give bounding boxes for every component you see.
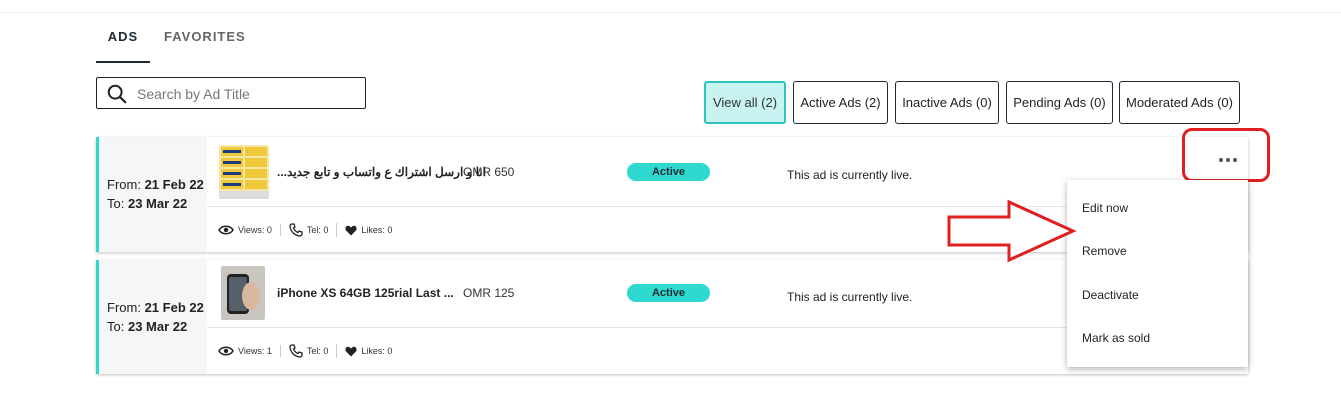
- ad-thumbnail[interactable]: [219, 145, 269, 199]
- filter-view-all-button[interactable]: View all (2): [704, 81, 786, 124]
- eye-icon: [218, 225, 234, 235]
- search-icon: [107, 84, 127, 104]
- ad-from-date: From: 21 Feb 22: [107, 300, 204, 315]
- status-badge: Active: [627, 163, 710, 181]
- menu-item-mark-as-sold[interactable]: Mark as sold: [1082, 331, 1150, 345]
- views-stat: Views: 1: [218, 345, 281, 357]
- filter-inactive-ads-button[interactable]: Inactive Ads (0): [895, 81, 999, 124]
- ad-date-column: From: 21 Feb 22 To: 23 Mar 22: [99, 137, 207, 252]
- filter-moderated-ads-button[interactable]: Moderated Ads (0): [1119, 81, 1240, 124]
- tel-stat: Tel: 0: [289, 344, 338, 358]
- tel-stat: Tel: 0: [289, 223, 338, 237]
- ad-options-menu: Edit now Remove Deactivate Mark as sold: [1067, 180, 1248, 367]
- tab-favorites[interactable]: FAVORITES: [164, 22, 246, 63]
- ad-status-text: This ad is currently live.: [787, 290, 913, 304]
- phone-icon: [289, 223, 303, 237]
- ad-price: OMR 125: [463, 286, 515, 300]
- top-divider: [0, 0, 1341, 13]
- annotation-arrow-icon: [947, 199, 1077, 263]
- ad-title[interactable]: iPhone XS 64GB 125rial Last ...: [277, 286, 454, 300]
- views-count: Views: 1: [238, 346, 272, 356]
- likes-stat: Likes: 0: [345, 225, 400, 236]
- ad-status-text: This ad is currently live.: [787, 168, 913, 182]
- heart-icon: [345, 225, 357, 235]
- tel-count: Tel: 0: [306, 346, 329, 356]
- ad-to-date: To: 23 Mar 22: [107, 319, 188, 334]
- ad-stats: Views: 0 Tel: 0 Likes: 0: [218, 222, 408, 238]
- filter-pending-ads-button[interactable]: Pending Ads (0): [1006, 81, 1113, 124]
- views-stat: Views: 0: [218, 224, 281, 236]
- search-box[interactable]: [96, 77, 366, 109]
- likes-count: Likes: 0: [361, 225, 393, 235]
- menu-item-deactivate[interactable]: Deactivate: [1082, 288, 1139, 302]
- ad-stats: Views: 1 Tel: 0 Likes: 0: [218, 343, 408, 359]
- ad-from-date: From: 21 Feb 22: [107, 177, 204, 192]
- ad-title[interactable]: ...انا و ارسل اشتراك ع واتساب و تابع جدي…: [277, 165, 486, 179]
- ad-price: OMR 650: [463, 165, 515, 179]
- ad-date-column: From: 21 Feb 22 To: 23 Mar 22: [99, 260, 207, 374]
- ad-thumbnail[interactable]: [221, 266, 265, 320]
- tab-ads[interactable]: ADS: [96, 22, 150, 63]
- filter-active-ads-button[interactable]: Active Ads (2): [793, 81, 888, 124]
- status-badge: Active: [627, 284, 710, 302]
- likes-stat: Likes: 0: [345, 346, 400, 357]
- eye-icon: [218, 346, 234, 356]
- views-count: Views: 0: [238, 225, 272, 235]
- search-input[interactable]: [137, 84, 359, 104]
- menu-item-edit-now[interactable]: Edit now: [1082, 201, 1128, 215]
- menu-item-remove[interactable]: Remove: [1082, 244, 1127, 258]
- phone-icon: [289, 344, 303, 358]
- heart-icon: [345, 346, 357, 356]
- annotation-highlight-box: [1182, 128, 1270, 182]
- tel-count: Tel: 0: [306, 225, 329, 235]
- ad-to-date: To: 23 Mar 22: [107, 196, 188, 211]
- likes-count: Likes: 0: [361, 346, 393, 356]
